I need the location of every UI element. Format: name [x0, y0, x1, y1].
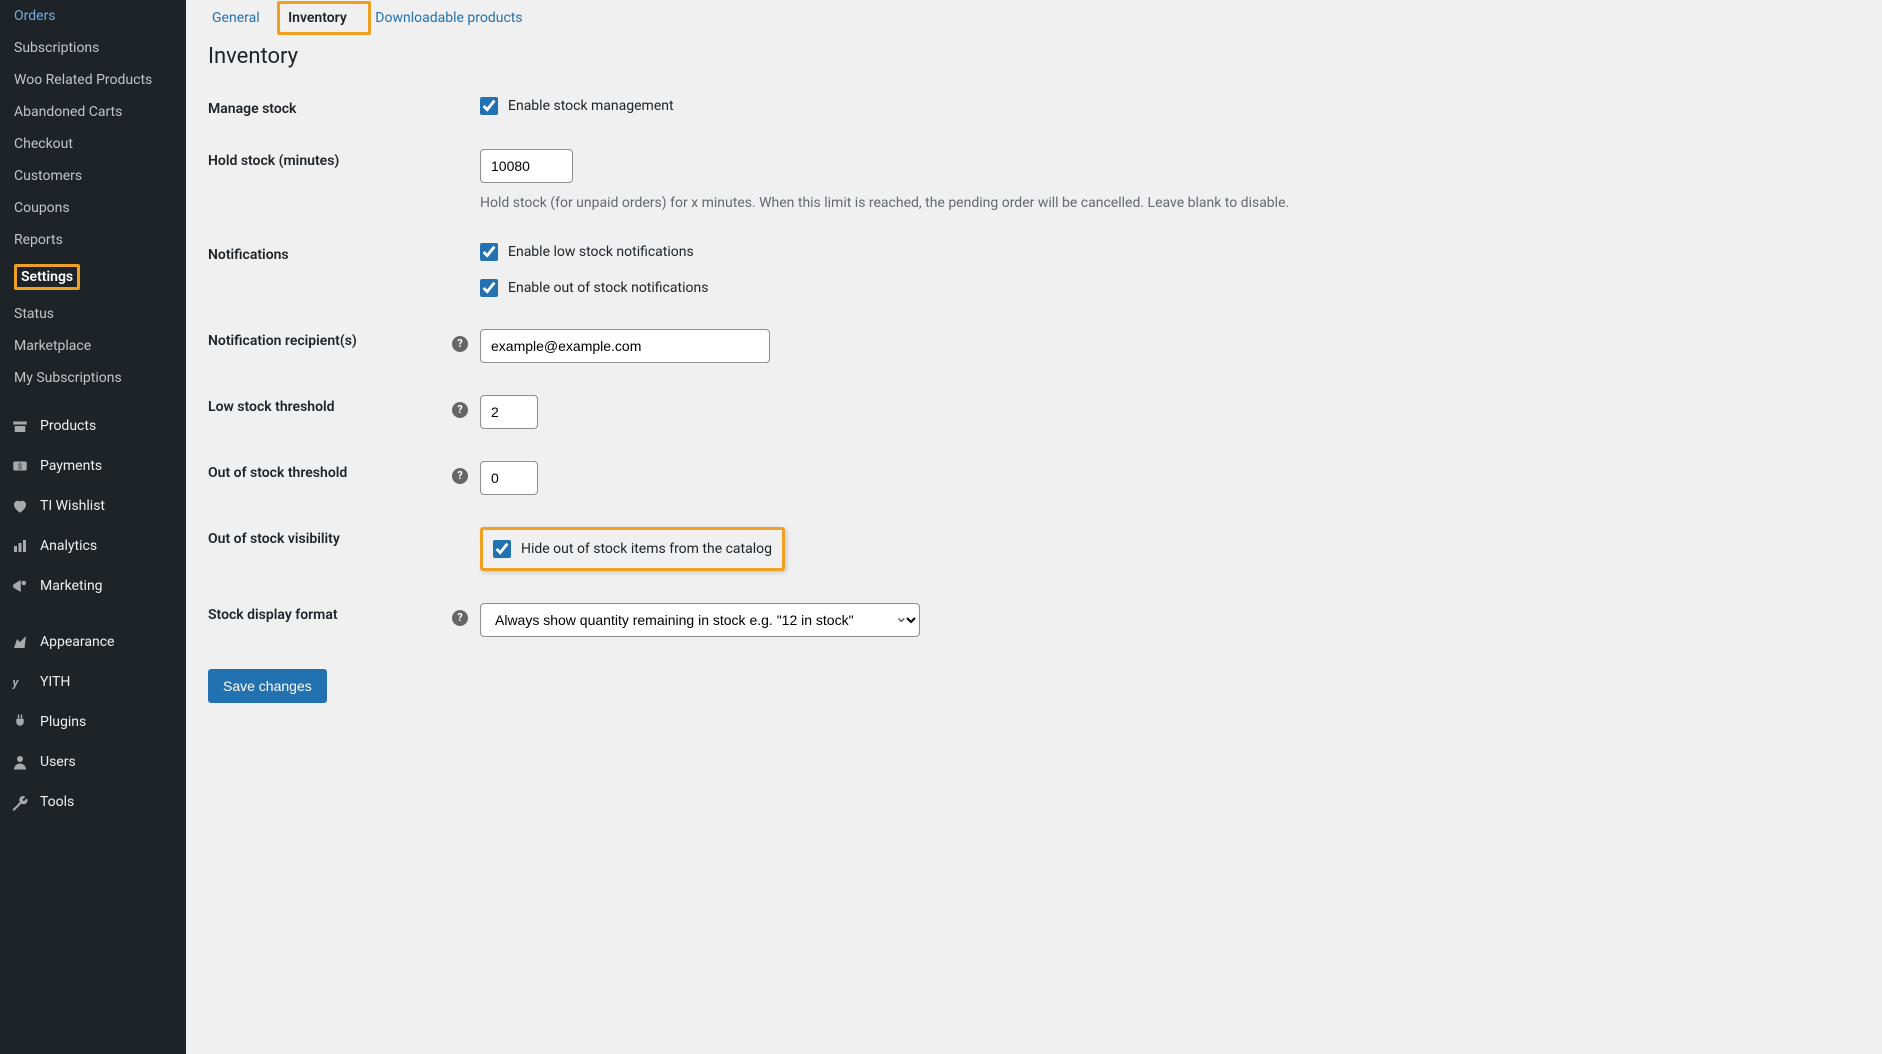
checkbox-label-out-notif: Enable out of stock notifications [508, 280, 708, 296]
sidebar-item-tools[interactable]: Tools [0, 782, 186, 822]
sidebar-item-customers[interactable]: Customers [0, 160, 186, 192]
sidebar-item-ti-wishlist[interactable]: TI Wishlist [0, 486, 186, 526]
sidebar-item-plugins[interactable]: Plugins [0, 702, 186, 742]
sidebar-item-subscriptions[interactable]: Subscriptions [0, 32, 186, 64]
checkbox-label-visibility: Hide out of stock items from the catalog [521, 541, 772, 557]
appearance-icon [10, 632, 30, 652]
page-title: Inventory [208, 44, 1860, 69]
sidebar-item-appearance[interactable]: Appearance [0, 622, 186, 662]
settings-form: Manage stock Enable stock management Hol… [208, 97, 1860, 703]
tab-downloadable[interactable]: Downloadable products [371, 7, 526, 29]
analytics-icon [10, 536, 30, 556]
row-display-format: Stock display format ? Always show quant… [208, 603, 1860, 637]
marketing-icon [10, 576, 30, 596]
tools-icon [10, 792, 30, 812]
sidebar-item-my-subscriptions[interactable]: My Subscriptions [0, 362, 186, 394]
tab-general[interactable]: General [208, 7, 264, 29]
help-icon[interactable]: ? [452, 336, 468, 352]
help-icon[interactable]: ? [452, 610, 468, 626]
input-out-threshold[interactable] [480, 461, 538, 495]
sidebar-item-yith[interactable]: y YITH [0, 662, 186, 702]
admin-sidebar: OrdersSubscriptionsWoo Related ProductsA… [0, 0, 186, 1054]
sidebar-item-payments[interactable]: $ Payments [0, 446, 186, 486]
users-icon [10, 752, 30, 772]
highlight-inventory-tab: Inventory [277, 1, 371, 35]
help-icon[interactable]: ? [452, 402, 468, 418]
sidebar-item-label: Appearance [40, 634, 114, 650]
help-icon[interactable]: ? [452, 468, 468, 484]
row-out-threshold: Out of stock threshold ? [208, 461, 1860, 495]
sidebar-item-label: Products [40, 418, 96, 434]
input-recipients[interactable] [480, 329, 770, 363]
sidebar-item-label: Tools [40, 794, 74, 810]
checkbox-low-stock-notif[interactable] [480, 243, 498, 261]
checkbox-manage-stock[interactable] [480, 97, 498, 115]
select-display-format[interactable]: Always show quantity remaining in stock … [480, 603, 920, 637]
svg-text:y: y [12, 676, 20, 690]
products-icon [10, 416, 30, 436]
save-button[interactable]: Save changes [208, 669, 327, 703]
row-visibility: Out of stock visibility Hide out of stoc… [208, 527, 1860, 571]
sidebar-item-checkout[interactable]: Checkout [0, 128, 186, 160]
sidebar-item-coupons[interactable]: Coupons [0, 192, 186, 224]
svg-text:$: $ [18, 462, 22, 471]
checkbox-hide-out-of-stock[interactable] [493, 540, 511, 558]
highlight-visibility: Hide out of stock items from the catalog [480, 527, 785, 571]
label-manage-stock: Manage stock [208, 97, 452, 117]
wishlist-icon [10, 496, 30, 516]
label-visibility: Out of stock visibility [208, 527, 452, 547]
label-notifications: Notifications [208, 243, 452, 263]
sidebar-item-woo-related-products[interactable]: Woo Related Products [0, 64, 186, 96]
checkbox-label-low-notif: Enable low stock notifications [508, 244, 694, 260]
label-hold-stock: Hold stock (minutes) [208, 149, 452, 169]
sidebar-item-status[interactable]: Status [0, 298, 186, 330]
sidebar-item-users[interactable]: Users [0, 742, 186, 782]
sidebar-item-label: Plugins [40, 714, 86, 730]
main-content: General Inventory Downloadable products … [186, 0, 1882, 1054]
checkbox-out-stock-notif[interactable] [480, 279, 498, 297]
payments-icon: $ [10, 456, 30, 476]
sidebar-item-analytics[interactable]: Analytics [0, 526, 186, 566]
row-notifications: Notifications Enable low stock notificat… [208, 243, 1860, 297]
row-low-threshold: Low stock threshold ? [208, 395, 1860, 429]
sidebar-item-label: Analytics [40, 538, 97, 554]
row-manage-stock: Manage stock Enable stock management [208, 97, 1860, 117]
sidebar-item-settings[interactable]: Settings [0, 256, 186, 298]
desc-hold-stock: Hold stock (for unpaid orders) for x min… [480, 195, 1860, 211]
sidebar-item-reports[interactable]: Reports [0, 224, 186, 256]
label-low-threshold: Low stock threshold [208, 395, 452, 415]
input-low-threshold[interactable] [480, 395, 538, 429]
sidebar-item-abandoned-carts[interactable]: Abandoned Carts [0, 96, 186, 128]
sidebar-item-label: Users [40, 754, 76, 770]
label-display-format: Stock display format [208, 603, 452, 623]
sidebar-item-label: Payments [40, 458, 102, 474]
sidebar-item-marketing[interactable]: Marketing [0, 566, 186, 606]
yith-icon: y [10, 672, 30, 692]
sidebar-item-label: YITH [40, 674, 70, 690]
sidebar-item-marketplace[interactable]: Marketplace [0, 330, 186, 362]
checkbox-label-manage-stock: Enable stock management [508, 98, 674, 114]
sidebar-item-label: TI Wishlist [40, 498, 105, 514]
sidebar-item-orders[interactable]: Orders [0, 0, 186, 32]
plugins-icon [10, 712, 30, 732]
row-hold-stock: Hold stock (minutes) Hold stock (for unp… [208, 149, 1860, 211]
settings-tabs: General Inventory Downloadable products [208, 10, 1860, 26]
tab-inventory[interactable]: Inventory [284, 7, 351, 29]
label-recipients: Notification recipient(s) [208, 329, 452, 349]
sidebar-item-products[interactable]: Products [0, 406, 186, 446]
input-hold-stock[interactable] [480, 149, 573, 183]
highlight-settings: Settings [14, 264, 80, 290]
label-out-threshold: Out of stock threshold [208, 461, 452, 481]
sidebar-top-list: Products $ Payments TI Wishlist Analytics Mar… [0, 406, 186, 822]
row-recipients: Notification recipient(s) ? [208, 329, 1860, 363]
sidebar-item-label: Marketing [40, 578, 103, 594]
sidebar-sub-list: OrdersSubscriptionsWoo Related ProductsA… [0, 0, 186, 394]
